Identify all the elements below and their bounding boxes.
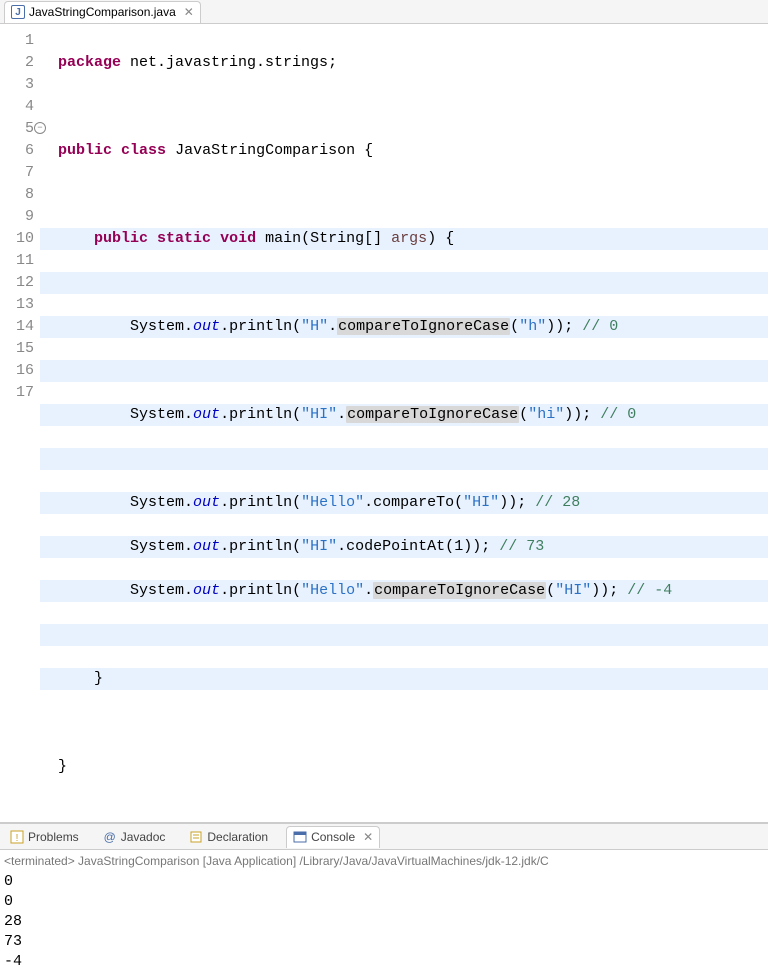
code-body[interactable]: package net.javastring.strings; public c… [40, 24, 768, 822]
tab-label: Declaration [207, 830, 268, 844]
line-number: 15 [0, 338, 34, 360]
line-number: 16 [0, 360, 34, 382]
line-number: 14 [0, 316, 34, 338]
tab-javadoc[interactable]: @ Javadoc [97, 826, 172, 848]
console-icon [293, 830, 307, 844]
tab-declaration[interactable]: Declaration [183, 826, 274, 848]
editor-tab-bar: J JavaStringComparison.java ✕ [0, 0, 768, 24]
console-pane: ! Problems @ Javadoc Declaration Console… [0, 824, 768, 974]
close-icon[interactable]: ✕ [363, 830, 373, 844]
line-number: 8 [0, 184, 34, 206]
tab-problems[interactable]: ! Problems [4, 826, 85, 848]
editor-tab-filename: JavaStringComparison.java [29, 5, 176, 19]
bottom-tab-bar: ! Problems @ Javadoc Declaration Console… [0, 824, 768, 850]
line-number: 11 [0, 250, 34, 272]
java-file-icon: J [11, 5, 25, 19]
line-number: 13 [0, 294, 34, 316]
editor-pane: J JavaStringComparison.java ✕ 1 2 3 4 5−… [0, 0, 768, 824]
console-output[interactable]: 0 0 28 73 -4 [0, 870, 768, 974]
line-number: 3 [0, 74, 34, 96]
line-number: 10 [0, 228, 34, 250]
tab-console[interactable]: Console ✕ [286, 826, 380, 848]
line-number: 17 [0, 382, 34, 404]
line-number: 5− [0, 118, 34, 140]
tab-label: Problems [28, 830, 79, 844]
problems-icon: ! [10, 830, 24, 844]
console-status: <terminated> JavaStringComparison [Java … [0, 850, 768, 870]
line-number: 1 [0, 30, 34, 52]
javadoc-icon: @ [103, 830, 117, 844]
declaration-icon [189, 830, 203, 844]
close-icon[interactable]: ✕ [184, 5, 194, 19]
tab-label: Javadoc [121, 830, 166, 844]
editor-tab[interactable]: J JavaStringComparison.java ✕ [4, 1, 201, 23]
tab-label: Console [311, 830, 355, 844]
svg-text:!: ! [16, 833, 19, 844]
line-number: 9 [0, 206, 34, 228]
line-number: 12 [0, 272, 34, 294]
line-number: 2 [0, 52, 34, 74]
line-number: 4 [0, 96, 34, 118]
gutter: 1 2 3 4 5− 6 7 8 9 10 11 12 13 14 15 16 … [0, 24, 40, 822]
line-number: 6 [0, 140, 34, 162]
code-area[interactable]: 1 2 3 4 5− 6 7 8 9 10 11 12 13 14 15 16 … [0, 24, 768, 822]
line-number: 7 [0, 162, 34, 184]
